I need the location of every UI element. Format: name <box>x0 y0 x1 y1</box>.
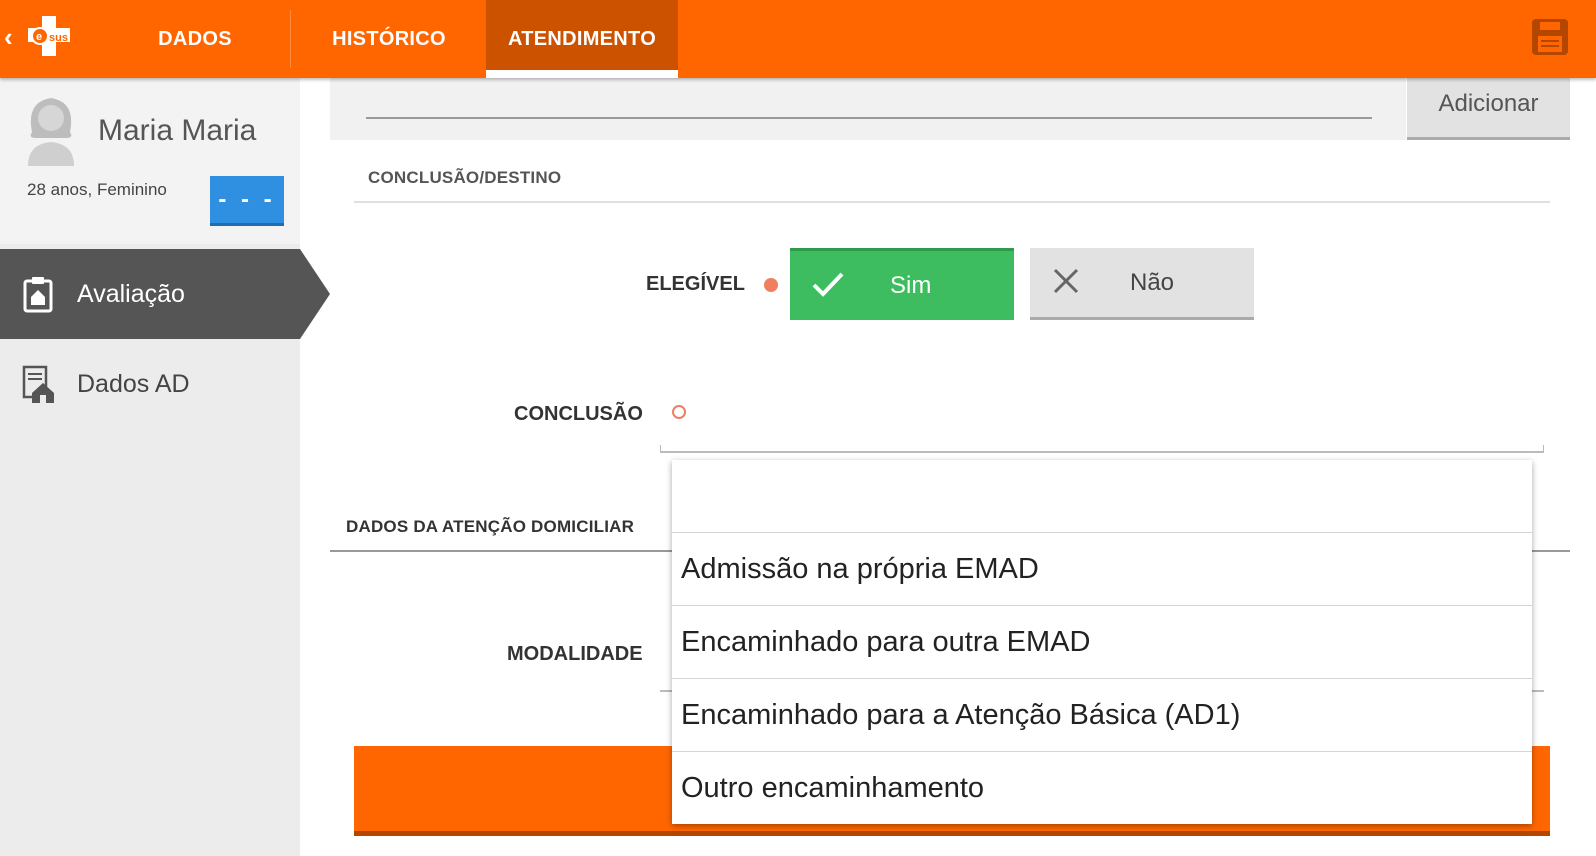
tab-dados[interactable]: DADOS <box>100 0 290 78</box>
sidebar: Maria Maria 28 anos, Feminino - - - Aval… <box>0 78 330 856</box>
close-icon <box>1053 268 1079 294</box>
tab-divider <box>290 10 291 68</box>
dropdown-option-encaminhado-outra-emad[interactable]: Encaminhado para outra EMAD <box>672 606 1532 679</box>
tab-atendimento[interactable]: ATENDIMENTO <box>486 0 678 78</box>
elegivel-sim-button[interactable]: Sim <box>790 248 1014 320</box>
sidebar-item-dados-ad[interactable]: Dados AD <box>0 339 300 429</box>
sidebar-item-avaliacao[interactable]: Avaliação <box>0 249 330 339</box>
section-title-dados-atencao-domiciliar: DADOS DA ATENÇÃO DOMICILIAR <box>346 517 635 536</box>
dropdown-option-encaminhado-atencao-basica[interactable]: Encaminhado para a Atenção Básica (AD1) <box>672 679 1532 752</box>
home-document-icon <box>22 365 54 403</box>
patient-name: Maria Maria <box>98 114 257 147</box>
sidebar-item-label: Dados AD <box>77 369 190 398</box>
add-field[interactable] <box>330 78 1406 140</box>
dropdown-option-outro-encaminhamento[interactable]: Outro encaminhamento <box>672 752 1532 824</box>
check-icon <box>812 272 844 297</box>
add-field-underline <box>366 117 1372 119</box>
dropdown-option-admissao-propria-emad[interactable]: Admissão na própria EMAD <box>672 533 1532 606</box>
required-indicator <box>764 278 778 292</box>
clipboard-home-icon <box>23 277 53 313</box>
required-indicator-empty <box>672 405 686 419</box>
save-icon[interactable] <box>1531 18 1569 56</box>
conclusao-dropdown-menu: Admissão na própria EMAD Encaminhado par… <box>672 460 1532 824</box>
chevron-left-icon[interactable]: ‹ <box>4 22 13 52</box>
dropdown-option-empty[interactable] <box>672 460 1532 533</box>
tab-historico[interactable]: HISTÓRICO <box>292 0 486 78</box>
top-app-bar: ‹ e sus DADOS HISTÓRICO ATENDIMENTO <box>0 0 1596 78</box>
nao-label: Não <box>1130 268 1175 296</box>
conclusao-select[interactable] <box>660 445 1544 453</box>
patient-info: 28 anos, Feminino <box>27 180 167 199</box>
modalidade-label: MODALIDADE <box>507 643 643 665</box>
avatar <box>28 98 74 166</box>
logo-text: sus <box>49 32 68 44</box>
elegivel-nao-button[interactable]: Não <box>1030 248 1254 320</box>
esus-logo[interactable]: e sus <box>28 16 76 56</box>
svg-text:e: e <box>36 31 42 43</box>
sim-label: Sim <box>890 271 932 299</box>
section-divider <box>354 201 1550 203</box>
add-button[interactable]: Adicionar <box>1407 78 1570 140</box>
sidebar-item-label: Avaliação <box>77 279 185 308</box>
patient-card: Maria Maria 28 anos, Feminino - - - <box>0 78 300 244</box>
patient-status-button[interactable]: - - - <box>210 176 284 226</box>
section-title-conclusao-destino: CONCLUSÃO/DESTINO <box>368 168 562 187</box>
conclusao-label: CONCLUSÃO <box>514 403 643 425</box>
elegivel-label: ELEGÍVEL <box>646 273 745 295</box>
